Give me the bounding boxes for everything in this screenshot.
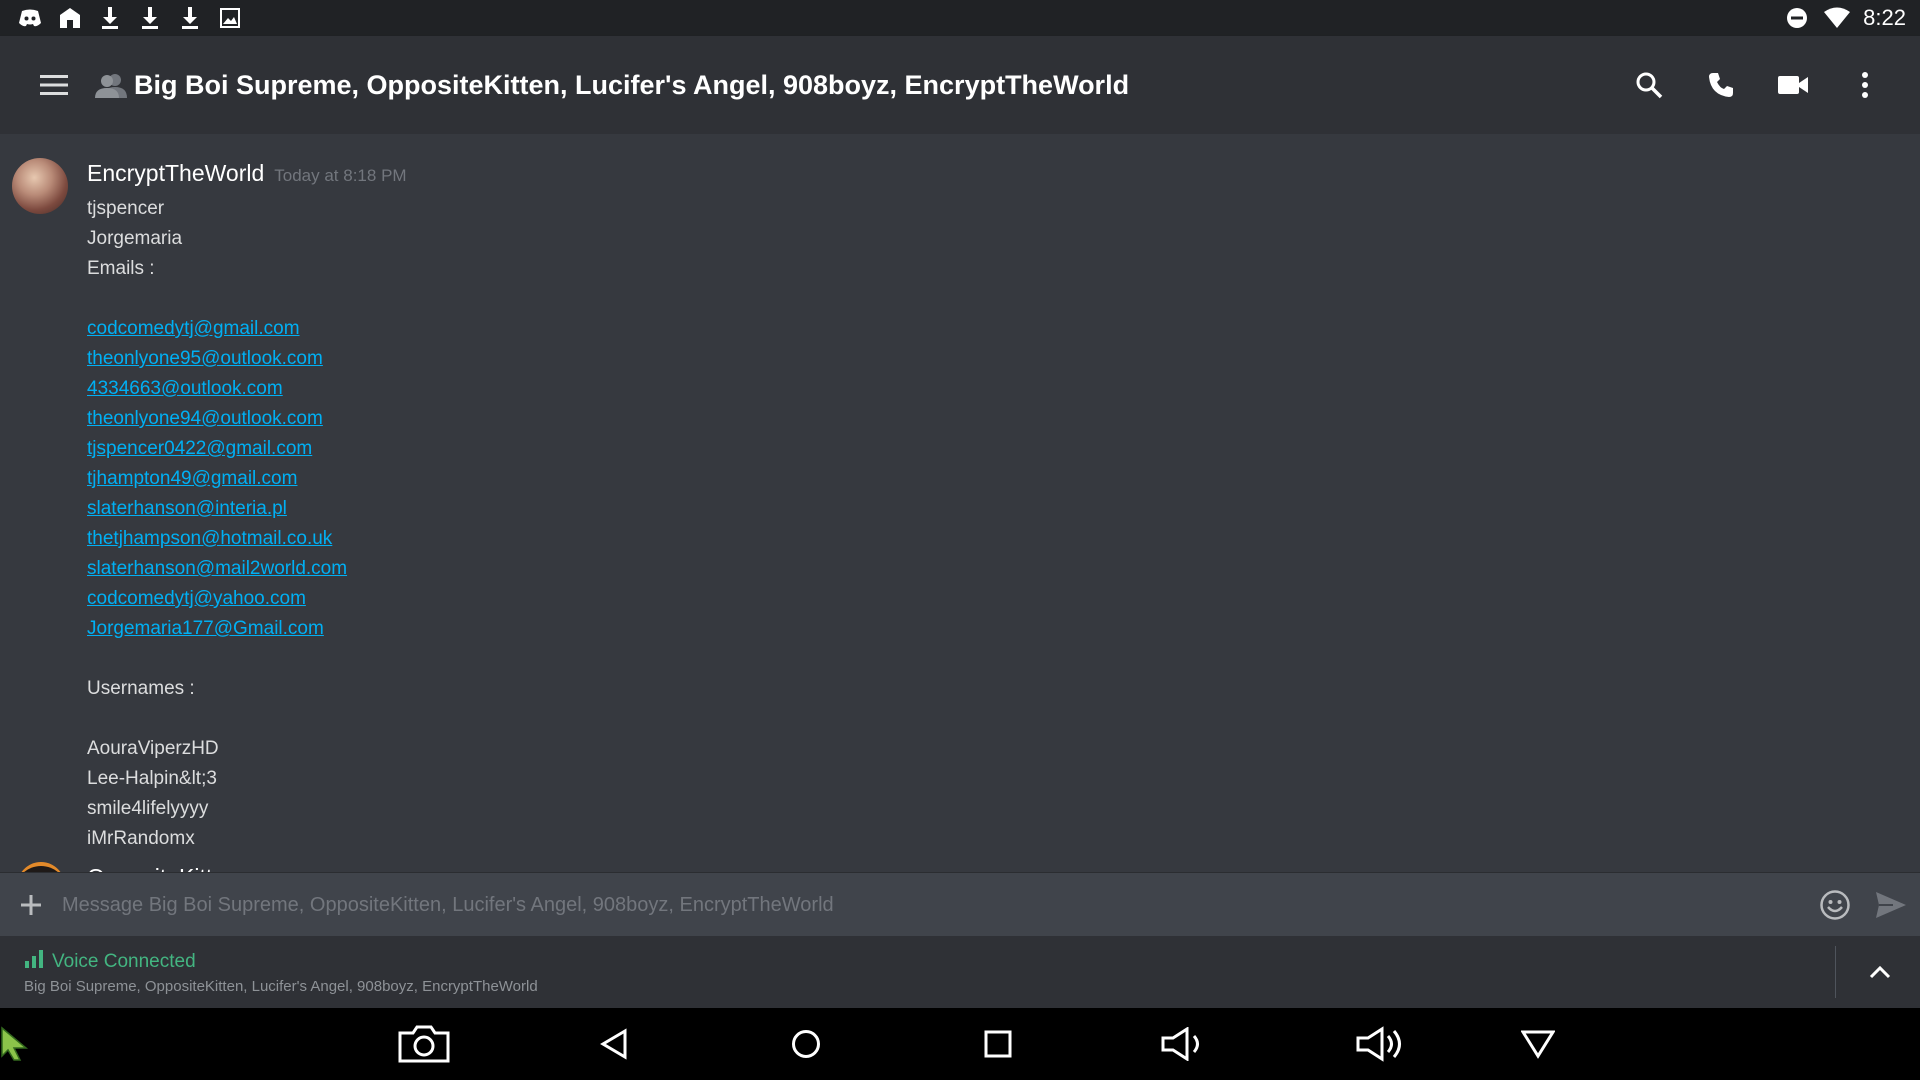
email-link[interactable]: tjspencer0422@gmail.com: [87, 438, 312, 459]
add-attachment-icon[interactable]: [16, 890, 46, 920]
email-link[interactable]: 4334663@outlook.com: [87, 378, 283, 399]
message-line: Jorgemaria: [87, 228, 183, 249]
divider: [1835, 946, 1836, 998]
download-icon: [96, 4, 124, 32]
channel-title: Big Boi Supreme, OppositeKitten, Lucifer…: [134, 69, 1130, 100]
message-line: codcomedytj@gmail.com: [87, 314, 347, 344]
avatar[interactable]: [16, 862, 66, 872]
home-icon[interactable]: [778, 1022, 834, 1066]
message-line: Usernames :: [87, 678, 195, 699]
message-line: Jorgemaria177@Gmail.com: [87, 614, 347, 644]
message-line: Emails :: [87, 258, 155, 279]
message-line: tjhampton49@gmail.com: [87, 464, 347, 494]
image-icon: [216, 4, 244, 32]
message-line: tjspencer0422@gmail.com: [87, 434, 347, 464]
message-header: EncryptTheWorld Today at 8:18 PM: [87, 160, 407, 187]
email-link[interactable]: theonlyone94@outlook.com: [87, 408, 323, 429]
message-timestamp: Today at 8:18 PM: [274, 166, 407, 185]
avatar[interactable]: [12, 158, 68, 214]
recents-icon[interactable]: [970, 1022, 1026, 1066]
video-icon[interactable]: [1776, 68, 1810, 102]
volume-up-icon[interactable]: [1354, 1022, 1410, 1066]
signal-bars-icon: [24, 950, 44, 974]
message-line: codcomedytj@yahoo.com: [87, 584, 347, 614]
message-line: slaterhanson@interia.pl: [87, 494, 347, 524]
message-line: smile4lifelyyyy: [87, 798, 209, 819]
message-author[interactable]: OppositeKitten: [87, 864, 238, 872]
system-icons: 8:22: [1783, 4, 1920, 32]
mouse-cursor-icon: [0, 1026, 32, 1062]
message-input[interactable]: [60, 884, 1818, 926]
status-bar: 8:22: [0, 0, 1920, 36]
status-time: 8:22: [1863, 5, 1906, 30]
message-line: iMrRandomx: [87, 828, 195, 849]
screenshot-icon[interactable]: [396, 1022, 452, 1066]
message-line: AouraViperzHD: [87, 738, 219, 759]
header-actions: [1632, 68, 1920, 102]
more-vert-icon[interactable]: [1848, 68, 1882, 102]
notification-icons: [0, 4, 244, 32]
back-icon[interactable]: [586, 1022, 642, 1066]
phone-icon[interactable]: [1704, 68, 1738, 102]
send-icon[interactable]: [1874, 888, 1908, 922]
email-link[interactable]: theonlyone95@outlook.com: [87, 348, 323, 369]
voice-channel-name: Big Boi Supreme, OppositeKitten, Lucifer…: [24, 978, 538, 995]
message-line: Lee-Halpin&lt;3: [87, 768, 217, 789]
email-link[interactable]: slaterhanson@interia.pl: [87, 498, 287, 519]
channel-header: Big Boi Supreme, OppositeKitten, Lucifer…: [0, 36, 1920, 134]
group-dm-icon: [94, 68, 128, 102]
download-icon: [136, 4, 164, 32]
search-icon[interactable]: [1632, 68, 1666, 102]
message-line: tjspencer: [87, 198, 165, 219]
email-link[interactable]: Jorgemaria177@Gmail.com: [87, 618, 324, 639]
chevron-up-icon[interactable]: [1862, 954, 1898, 990]
do-not-disturb-icon: [1783, 4, 1811, 32]
email-link[interactable]: slaterhanson@mail2world.com: [87, 558, 347, 579]
voice-status-label: Voice Connected: [52, 951, 196, 972]
email-link[interactable]: thetjhampson@hotmail.co.uk: [87, 528, 332, 549]
email-link[interactable]: codcomedytj@yahoo.com: [87, 588, 306, 609]
message-line: theonlyone95@outlook.com: [87, 344, 347, 374]
message-line: slaterhanson@mail2world.com: [87, 554, 347, 584]
hamburger-menu-icon[interactable]: [38, 69, 70, 101]
message-composer: [0, 872, 1920, 937]
message-line: thetjhampson@hotmail.co.uk: [87, 524, 347, 554]
email-link[interactable]: tjhampton49@gmail.com: [87, 468, 297, 489]
volume-down-icon[interactable]: [1158, 1022, 1214, 1066]
notifications-dropdown-icon[interactable]: [1510, 1022, 1566, 1066]
message-line: theonlyone94@outlook.com: [87, 404, 347, 434]
home-icon: [56, 4, 84, 32]
message-author[interactable]: EncryptTheWorld: [87, 160, 264, 187]
wifi-icon: [1823, 4, 1851, 32]
voice-status: Voice Connected: [24, 950, 196, 974]
emoji-icon[interactable]: [1818, 888, 1852, 922]
discord-icon: [16, 4, 44, 32]
email-link[interactable]: codcomedytj@gmail.com: [87, 318, 300, 339]
system-nav-bar: [0, 1008, 1920, 1080]
message-list[interactable]: EncryptTheWorld Today at 8:18 PM tjspenc…: [0, 134, 1920, 872]
download-icon: [176, 4, 204, 32]
message-body: tjspencer Jorgemaria Emails : codcomedytj@g…: [87, 194, 347, 854]
message-line: 4334663@outlook.com: [87, 374, 347, 404]
voice-panel[interactable]: Voice Connected Big Boi Supreme, Opposit…: [0, 936, 1920, 1008]
